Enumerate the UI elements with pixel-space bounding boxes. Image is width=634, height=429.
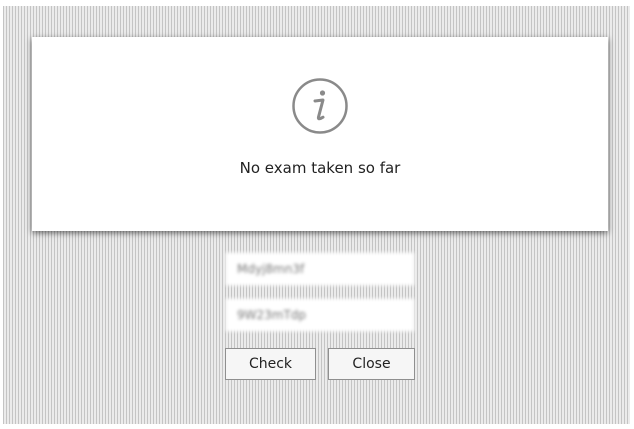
dialog-message: No exam taken so far — [239, 159, 401, 177]
app-window: No exam taken so far Mdyj8mn3f 9W23mTdp … — [3, 6, 630, 424]
close-button[interactable]: Close — [328, 348, 415, 380]
check-button[interactable]: Check — [225, 348, 316, 380]
info-icon — [292, 78, 348, 134]
username-field[interactable]: Mdyj8mn3f — [225, 252, 415, 286]
info-dialog: No exam taken so far — [32, 37, 608, 231]
password-field[interactable]: 9W23mTdp — [225, 298, 415, 332]
